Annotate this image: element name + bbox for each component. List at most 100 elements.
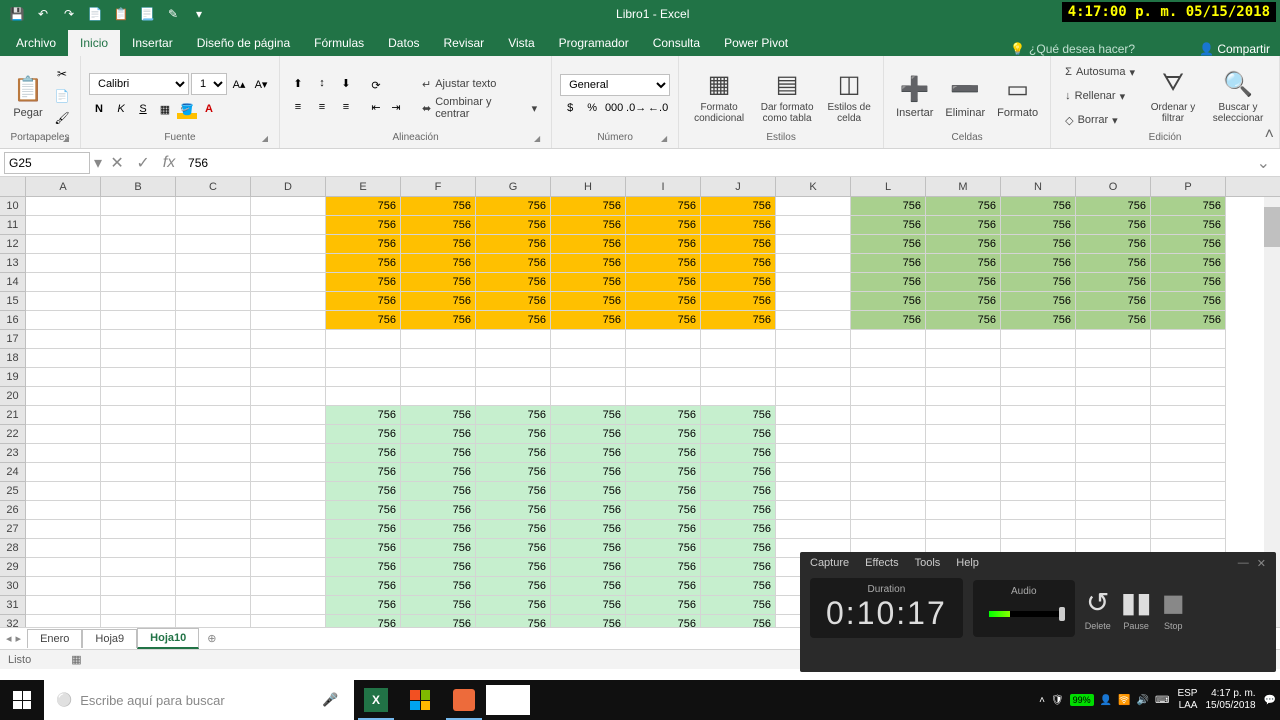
cell[interactable] bbox=[476, 368, 551, 387]
cell[interactable] bbox=[1076, 444, 1151, 463]
cell[interactable]: 756 bbox=[701, 520, 776, 539]
cell[interactable] bbox=[176, 501, 251, 520]
cell[interactable] bbox=[1076, 501, 1151, 520]
cell[interactable] bbox=[251, 273, 326, 292]
row-header[interactable]: 26 bbox=[0, 501, 26, 520]
cell[interactable]: 756 bbox=[401, 311, 476, 330]
cell[interactable] bbox=[176, 615, 251, 627]
decrease-font-icon[interactable]: A▾ bbox=[251, 74, 271, 94]
cell[interactable] bbox=[101, 520, 176, 539]
cell[interactable] bbox=[26, 615, 101, 627]
cell[interactable] bbox=[26, 463, 101, 482]
cell[interactable]: 756 bbox=[326, 596, 401, 615]
cell[interactable]: 756 bbox=[326, 501, 401, 520]
cell[interactable]: 756 bbox=[626, 501, 701, 520]
cell[interactable]: 756 bbox=[401, 596, 476, 615]
redo-icon[interactable]: ↷ bbox=[60, 5, 78, 23]
cell[interactable] bbox=[1151, 368, 1226, 387]
cell[interactable]: 756 bbox=[551, 520, 626, 539]
cell[interactable]: 756 bbox=[551, 292, 626, 311]
cell[interactable] bbox=[251, 330, 326, 349]
cell[interactable] bbox=[101, 596, 176, 615]
cell[interactable] bbox=[776, 311, 851, 330]
cell[interactable]: 756 bbox=[551, 216, 626, 235]
row-header[interactable]: 27 bbox=[0, 520, 26, 539]
cell[interactable] bbox=[626, 387, 701, 406]
increase-font-icon[interactable]: A▴ bbox=[229, 74, 249, 94]
cell[interactable]: 756 bbox=[926, 216, 1001, 235]
cell[interactable] bbox=[776, 463, 851, 482]
cell[interactable] bbox=[26, 292, 101, 311]
tab-insertar[interactable]: Insertar bbox=[120, 30, 185, 56]
cell[interactable] bbox=[776, 292, 851, 311]
cell[interactable]: 756 bbox=[476, 216, 551, 235]
cell[interactable]: 756 bbox=[626, 197, 701, 216]
sheet-tab-hoja10[interactable]: Hoja10 bbox=[137, 628, 199, 649]
undo-icon[interactable]: ↶ bbox=[34, 5, 52, 23]
close-icon[interactable]: ✕ bbox=[1257, 557, 1266, 570]
cell[interactable]: 756 bbox=[851, 254, 926, 273]
cell[interactable] bbox=[26, 539, 101, 558]
cell[interactable] bbox=[926, 330, 1001, 349]
cell[interactable] bbox=[1076, 349, 1151, 368]
cell[interactable]: 756 bbox=[401, 463, 476, 482]
cell[interactable] bbox=[101, 482, 176, 501]
cell[interactable] bbox=[1076, 463, 1151, 482]
font-size-select[interactable]: 11 bbox=[191, 73, 227, 95]
border-icon[interactable]: ▦ bbox=[155, 99, 175, 119]
cell[interactable]: 756 bbox=[401, 254, 476, 273]
cell[interactable] bbox=[251, 444, 326, 463]
cell[interactable] bbox=[176, 311, 251, 330]
cell[interactable]: 756 bbox=[326, 558, 401, 577]
add-sheet-icon[interactable]: ⊕ bbox=[199, 632, 224, 645]
row-header[interactable]: 16 bbox=[0, 311, 26, 330]
row-header[interactable]: 28 bbox=[0, 539, 26, 558]
cell[interactable]: 756 bbox=[1001, 235, 1076, 254]
sheet-next-icon[interactable]: ▸ bbox=[16, 632, 22, 645]
cell[interactable] bbox=[26, 444, 101, 463]
cell[interactable] bbox=[101, 330, 176, 349]
cell[interactable]: 756 bbox=[626, 520, 701, 539]
cell[interactable]: 756 bbox=[626, 482, 701, 501]
cell[interactable]: 756 bbox=[476, 482, 551, 501]
tab-archivo[interactable]: Archivo bbox=[4, 30, 68, 56]
cell[interactable] bbox=[1001, 444, 1076, 463]
cell[interactable] bbox=[776, 387, 851, 406]
cell[interactable] bbox=[251, 539, 326, 558]
row-header[interactable]: 25 bbox=[0, 482, 26, 501]
cell[interactable]: 756 bbox=[701, 444, 776, 463]
rec-delete-button[interactable]: ↺Delete bbox=[1085, 586, 1111, 631]
cell[interactable] bbox=[1076, 368, 1151, 387]
cell[interactable] bbox=[26, 596, 101, 615]
cell[interactable] bbox=[926, 387, 1001, 406]
format-cells-button[interactable]: ▭Formato bbox=[993, 71, 1042, 121]
cell[interactable]: 756 bbox=[476, 292, 551, 311]
format-painter-icon[interactable]: 🖌 bbox=[52, 108, 72, 128]
cell[interactable]: 756 bbox=[701, 235, 776, 254]
tray-chevron-icon[interactable]: ˄ bbox=[1039, 695, 1045, 706]
cell[interactable] bbox=[626, 368, 701, 387]
cell[interactable] bbox=[926, 482, 1001, 501]
font-name-select[interactable]: Calibri bbox=[89, 73, 189, 95]
cell[interactable]: 756 bbox=[551, 425, 626, 444]
cell[interactable] bbox=[776, 273, 851, 292]
cell[interactable] bbox=[176, 444, 251, 463]
align-left-icon[interactable]: ≡ bbox=[288, 97, 308, 117]
cell[interactable] bbox=[251, 425, 326, 444]
cell[interactable]: 756 bbox=[1001, 292, 1076, 311]
cell[interactable] bbox=[26, 406, 101, 425]
cell[interactable]: 756 bbox=[1076, 254, 1151, 273]
cell[interactable]: 756 bbox=[626, 596, 701, 615]
cell[interactable]: 756 bbox=[551, 482, 626, 501]
col-header[interactable]: P bbox=[1151, 177, 1226, 196]
cell[interactable] bbox=[776, 501, 851, 520]
cell[interactable]: 756 bbox=[326, 406, 401, 425]
cell[interactable] bbox=[1076, 330, 1151, 349]
cell[interactable] bbox=[101, 425, 176, 444]
cell[interactable]: 756 bbox=[626, 292, 701, 311]
cell[interactable] bbox=[251, 406, 326, 425]
share-button[interactable]: 👤 Compartir bbox=[1199, 42, 1270, 56]
cell[interactable] bbox=[251, 368, 326, 387]
cell[interactable] bbox=[176, 273, 251, 292]
cell[interactable] bbox=[176, 539, 251, 558]
